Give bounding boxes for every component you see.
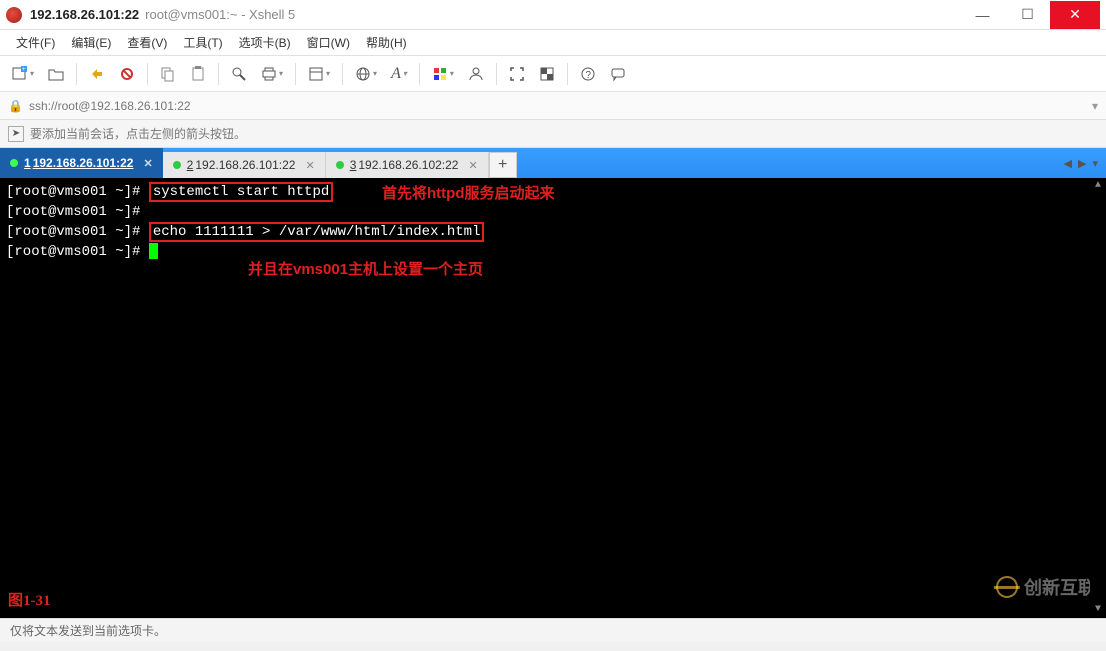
lock-icon: 🔒 <box>8 99 23 113</box>
app-icon <box>6 7 22 23</box>
prompt: [root@vms001 ~]# <box>6 204 140 220</box>
maximize-button[interactable]: ☐ <box>1005 1 1050 29</box>
separator <box>342 63 343 85</box>
annotation-2: 并且在vms001主机上设置一个主页 <box>248 258 483 279</box>
transparency-button[interactable] <box>533 62 561 86</box>
status-dot-icon <box>173 161 181 169</box>
svg-text:?: ? <box>585 70 591 81</box>
menu-help[interactable]: 帮助(H) <box>358 32 415 53</box>
status-text: 仅将文本发送到当前选项卡。 <box>10 622 166 639</box>
minimize-button[interactable]: — <box>960 1 1005 29</box>
menu-window[interactable]: 窗口(W) <box>299 32 358 53</box>
menu-bar: 文件(F) 编辑(E) 查看(V) 工具(T) 选项卡(B) 窗口(W) 帮助(… <box>0 30 1106 56</box>
separator <box>218 63 219 85</box>
fullscreen-button[interactable] <box>503 62 531 86</box>
window-title-host: 192.168.26.101:22 <box>30 7 139 22</box>
prompt: [root@vms001 ~]# <box>6 224 149 240</box>
address-url: ssh://root@192.168.26.101:22 <box>29 99 191 113</box>
menu-view[interactable]: 查看(V) <box>119 32 175 53</box>
menu-tabs[interactable]: 选项卡(B) <box>231 32 299 53</box>
language-button[interactable]: ▾ <box>349 62 383 86</box>
session-tab-3[interactable]: 3 192.168.26.102:22 ✕ <box>326 152 489 178</box>
watermark: 创新互联 <box>996 574 1096 600</box>
session-tab-1[interactable]: 1 192.168.26.101:22 ✕ <box>0 148 163 178</box>
command-highlight: systemctl start httpd <box>149 182 333 202</box>
menu-tools[interactable]: 工具(T) <box>175 32 230 53</box>
tab-number: 2 <box>187 158 194 172</box>
font-button[interactable]: A▾ <box>385 61 413 87</box>
color-button[interactable]: ▾ <box>426 62 460 86</box>
help-button[interactable]: ? <box>574 62 602 86</box>
window-controls: — ☐ ✕ <box>960 1 1100 29</box>
separator <box>76 63 77 85</box>
tab-label: 192.168.26.102:22 <box>358 158 458 172</box>
open-button[interactable] <box>42 62 70 86</box>
prompt: [root@vms001 ~]# <box>6 244 149 260</box>
menu-file[interactable]: 文件(F) <box>8 32 63 53</box>
cursor-icon <box>149 243 158 259</box>
annotation-1: 首先将httpd服务启动起来 <box>382 182 554 203</box>
separator <box>295 63 296 85</box>
scroll-down-icon[interactable]: ▼ <box>1090 602 1106 618</box>
vertical-scrollbar[interactable]: ▲ ▼ <box>1090 178 1106 618</box>
tab-label: 192.168.26.101:22 <box>33 156 134 170</box>
menu-edit[interactable]: 编辑(E) <box>63 32 119 53</box>
tab-number: 1 <box>24 156 31 170</box>
close-button[interactable]: ✕ <box>1050 1 1100 29</box>
tab-prev-icon[interactable]: ◀ <box>1064 157 1072 170</box>
tab-next-icon[interactable]: ▶ <box>1078 157 1086 170</box>
prompt: [root@vms001 ~]# <box>6 184 149 200</box>
tab-close-icon[interactable]: ✕ <box>143 157 152 170</box>
separator <box>147 63 148 85</box>
svg-text:+: + <box>22 67 26 73</box>
tab-label: 192.168.26.101:22 <box>195 158 295 172</box>
toolbar: +▾ ▾ ▾ ▾ A▾ ▾ ? <box>0 56 1106 92</box>
tab-close-icon[interactable]: ✕ <box>468 159 477 172</box>
command-highlight: echo 1111111 > /var/www/html/index.html <box>149 222 485 242</box>
tab-number: 3 <box>350 158 357 172</box>
new-session-button[interactable]: +▾ <box>6 62 40 86</box>
separator <box>496 63 497 85</box>
figure-label: 图1-31 <box>8 589 51 610</box>
hint-bar: ➤ 要添加当前会话，点击左侧的箭头按钮。 <box>0 120 1106 148</box>
copy-button[interactable] <box>154 62 182 86</box>
terminal-pane[interactable]: [root@vms001 ~]# systemctl start httpd [… <box>0 178 1106 618</box>
session-tab-2[interactable]: 2 192.168.26.101:22 ✕ <box>163 152 326 178</box>
print-button[interactable]: ▾ <box>255 62 289 86</box>
new-tab-button[interactable]: + <box>489 152 517 178</box>
properties-button[interactable]: ▾ <box>302 62 336 86</box>
hint-text: 要添加当前会话，点击左侧的箭头按钮。 <box>30 125 246 142</box>
status-dot-icon <box>10 159 18 167</box>
users-button[interactable] <box>462 62 490 86</box>
hint-arrow-icon[interactable]: ➤ <box>8 126 24 142</box>
address-bar[interactable]: 🔒 ssh://root@192.168.26.101:22 ▾ <box>0 92 1106 120</box>
tab-close-icon[interactable]: ✕ <box>305 159 314 172</box>
address-dropdown-icon[interactable]: ▾ <box>1092 99 1098 113</box>
title-bar: 192.168.26.101:22 root@vms001:~ - Xshell… <box>0 0 1106 30</box>
separator <box>567 63 568 85</box>
reconnect-button[interactable] <box>83 62 111 86</box>
tab-list-icon[interactable]: ▾ <box>1092 157 1098 170</box>
chat-button[interactable] <box>604 62 632 86</box>
window-title-rest: root@vms001:~ - Xshell 5 <box>145 7 295 22</box>
watermark-text: 创新互联 <box>1024 574 1096 600</box>
tab-nav: ◀ ▶ ▾ <box>1056 148 1106 178</box>
tab-strip: 1 192.168.26.101:22 ✕ 2 192.168.26.101:2… <box>0 148 1106 178</box>
paste-button[interactable] <box>184 62 212 86</box>
scroll-up-icon[interactable]: ▲ <box>1090 178 1106 194</box>
status-bar: 仅将文本发送到当前选项卡。 <box>0 618 1106 642</box>
find-button[interactable] <box>225 62 253 86</box>
disconnect-button[interactable] <box>113 62 141 86</box>
watermark-icon <box>993 573 1021 601</box>
separator <box>419 63 420 85</box>
status-dot-icon <box>336 161 344 169</box>
scroll-track[interactable] <box>1090 194 1106 602</box>
